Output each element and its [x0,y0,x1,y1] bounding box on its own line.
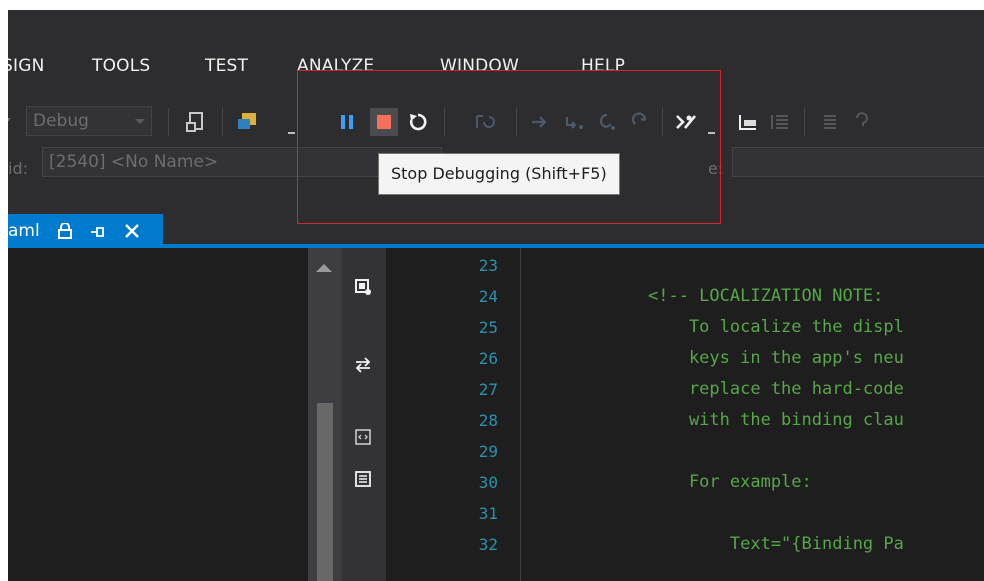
solution-config-value: Debug [33,111,89,131]
debug-toolbar: Debug [8,102,984,142]
line-number: 31 [478,504,498,523]
line-number: 28 [478,411,498,430]
code-line: To localize the displ [648,317,904,337]
document-tab-strip: aml [8,214,984,248]
design-surface[interactable] [8,248,308,581]
chevron-down-icon[interactable] [8,114,12,128]
breakpoint-options-icon[interactable] [672,108,700,136]
line-number: 25 [478,318,498,337]
menu-help[interactable]: HELP [581,56,625,76]
document-outline-icon[interactable] [354,278,374,298]
scrollbar-thumb[interactable] [317,403,333,581]
indent-icon[interactable] [766,108,794,136]
scroll-up-arrow-icon[interactable] [316,264,332,272]
attach-icon[interactable] [182,108,210,136]
step-out-icon[interactable] [592,108,620,136]
xaml-view-icon[interactable] [354,428,374,448]
bookmark-icon[interactable] [734,108,762,136]
menu-bar: SIGN TOOLS TEST ANALYZE WINDOW HELP [8,50,984,84]
menu-analyze[interactable]: ANALYZE [297,56,374,76]
process-value: [2540] <No Name> [49,152,219,172]
close-icon[interactable] [124,223,140,244]
line-number: 30 [478,473,498,492]
code-line: For example: [648,472,812,492]
code-line: Text="{Binding Pa [648,534,904,554]
tab-label: aml [8,221,40,241]
chevron-down-icon [135,119,145,124]
code-line: <!-- LOCALIZATION NOTE: [648,286,884,306]
process-label: id: [8,159,28,178]
solution-config-combo[interactable]: Debug [26,106,152,136]
line-number: 29 [478,442,498,461]
pause-button[interactable] [333,108,361,136]
step-into-icon[interactable] [526,108,554,136]
vertical-scrollbar[interactable] [308,248,342,581]
lock-icon [58,222,72,244]
step-back-icon[interactable] [626,108,654,136]
toolbar-separator [516,108,517,136]
toolbar-separator [168,108,169,136]
ide-window: SIGN TOOLS TEST ANALYZE WINDOW HELP Debu… [8,10,984,581]
tab-mainpage-xaml[interactable]: aml [8,214,163,248]
code-line: with the binding clau [648,410,904,430]
comment-icon[interactable] [816,108,844,136]
toolbar-separator [662,108,663,136]
stack-frame-combo[interactable] [732,147,984,177]
restart-icon [409,113,427,131]
find-icon[interactable] [234,108,262,136]
editor-side-toolbar [342,248,386,581]
menu-tools[interactable]: TOOLS [92,56,150,76]
code-line: replace the hard-code [648,379,904,399]
line-number: 24 [478,287,498,306]
chevron-down-icon[interactable] [708,132,715,134]
line-number: 27 [478,380,498,399]
pin-icon[interactable] [90,224,106,244]
code-line: keys in the app's neu [648,348,904,368]
tooltip: Stop Debugging (Shift+F5) [378,153,620,195]
pause-icon [341,115,353,129]
menu-window[interactable]: WINDOW [440,56,519,76]
line-number: 23 [478,256,498,275]
stop-icon [377,115,391,129]
gutter-divider [520,248,521,581]
help-icon[interactable] [848,108,876,136]
toolbar-separator [444,108,445,136]
chevron-down-icon[interactable] [288,132,295,134]
stack-frame-label: e: [708,159,724,178]
step-over-icon[interactable] [560,108,588,136]
toolbar-separator [222,108,223,136]
toolbar-separator [804,108,805,136]
stop-debugging-button[interactable] [370,108,398,136]
swap-panes-icon[interactable] [354,356,374,376]
split-view-icon[interactable] [354,470,374,490]
line-number: 32 [478,535,498,554]
menu-test[interactable]: TEST [205,56,248,76]
show-next-statement-icon[interactable] [470,108,498,136]
line-number: 26 [478,349,498,368]
menu-design[interactable]: SIGN [8,56,45,76]
restart-button[interactable] [404,108,432,136]
